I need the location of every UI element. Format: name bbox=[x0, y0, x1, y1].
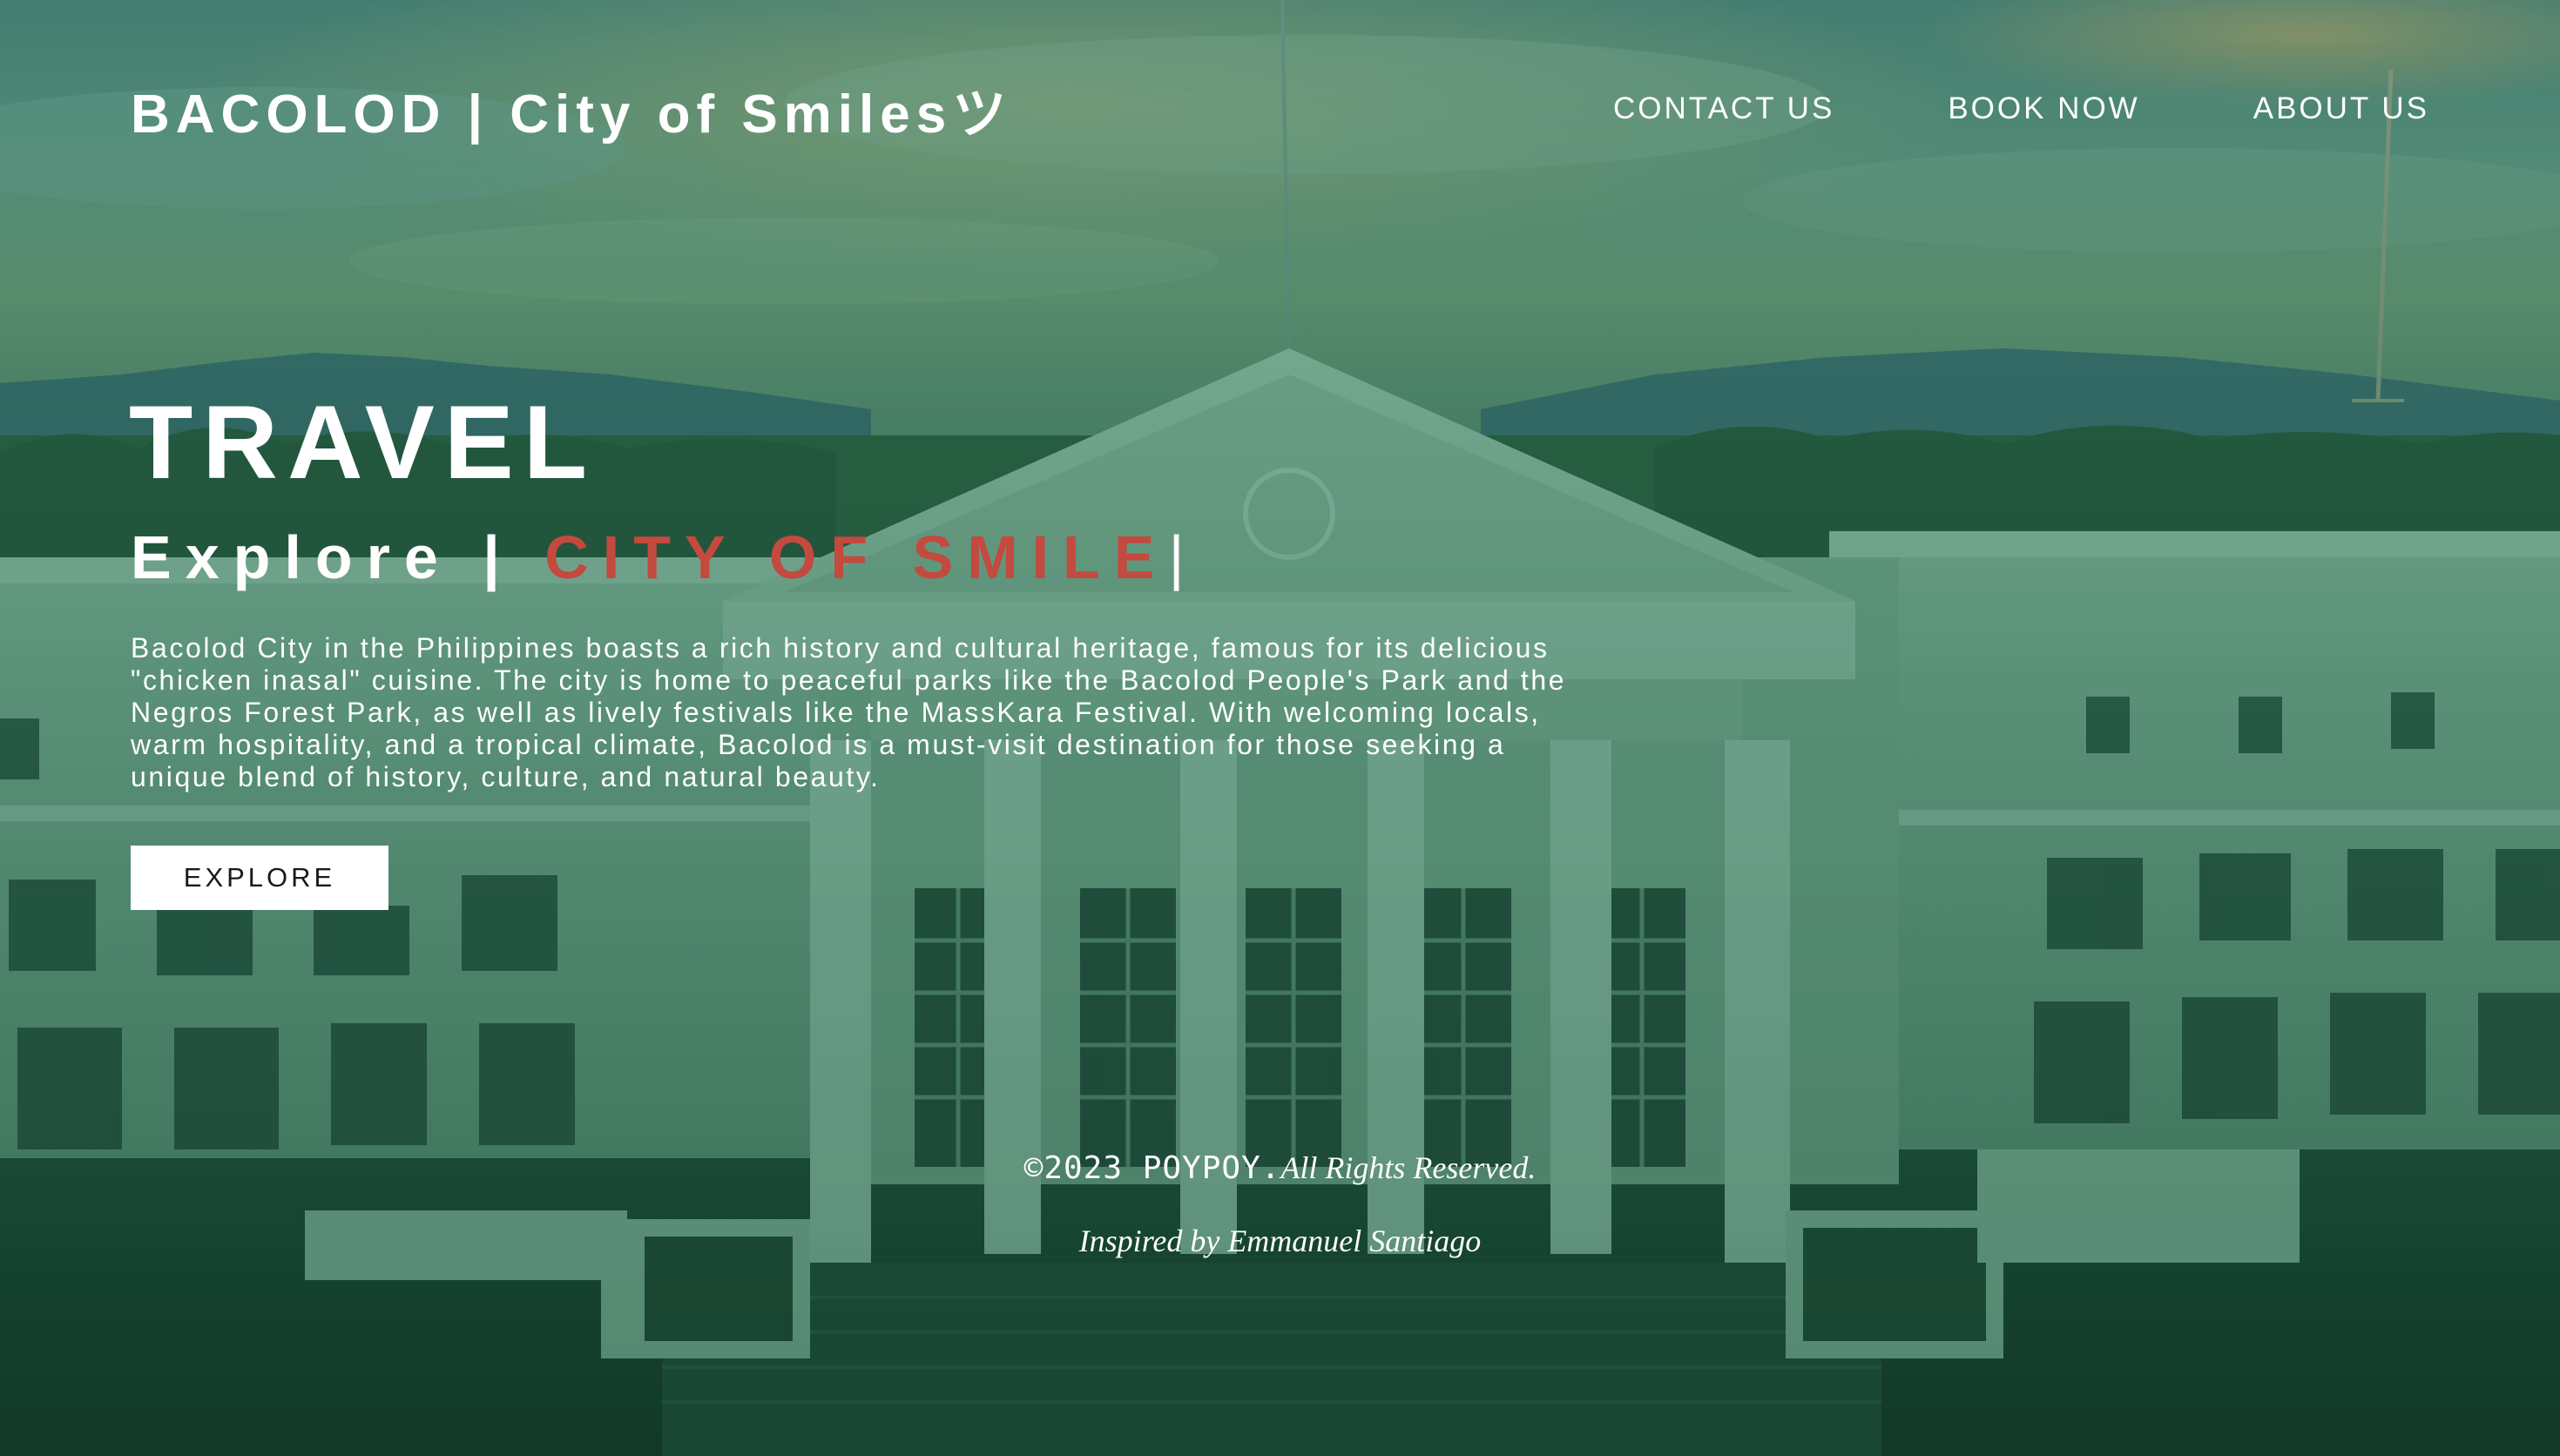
page: BACOLOD | City of Smilesツ CONTACT US BOO… bbox=[0, 0, 2560, 1456]
hero-subtitle-typed-text: CITY OF SMILE bbox=[544, 523, 1169, 591]
hero-subtitle: Explore | CITY OF SMILE| bbox=[131, 527, 1185, 588]
hero-title: TRAVEL bbox=[129, 384, 598, 501]
copyright-line: ©2023 POYPOY.All Rights Reserved. bbox=[0, 1149, 2560, 1186]
hero-description: Bacolod City in the Philippines boasts a… bbox=[131, 632, 1567, 792]
nav-about-us[interactable]: ABOUT US bbox=[2253, 91, 2429, 126]
nav-book-now[interactable]: BOOK NOW bbox=[1948, 91, 2139, 126]
explore-button[interactable]: EXPLORE bbox=[131, 846, 388, 910]
typing-cursor: | bbox=[1168, 523, 1185, 591]
site-brand[interactable]: BACOLOD | City of Smilesツ bbox=[131, 70, 1012, 148]
site-header: BACOLOD | City of Smilesツ CONTACT US BOO… bbox=[131, 70, 2429, 148]
hero-subtitle-prefix: Explore | bbox=[131, 523, 545, 591]
copyright-text: All Rights Reserved. bbox=[1280, 1150, 1537, 1185]
copyright-mark: ©2023 POYPOY. bbox=[1023, 1150, 1281, 1186]
credit-line: Inspired by Emmanuel Santiago bbox=[1078, 1223, 1482, 1258]
nav-contact-us[interactable]: CONTACT US bbox=[1613, 91, 1834, 126]
main-nav: CONTACT US BOOK NOW ABOUT US bbox=[1613, 91, 2429, 126]
